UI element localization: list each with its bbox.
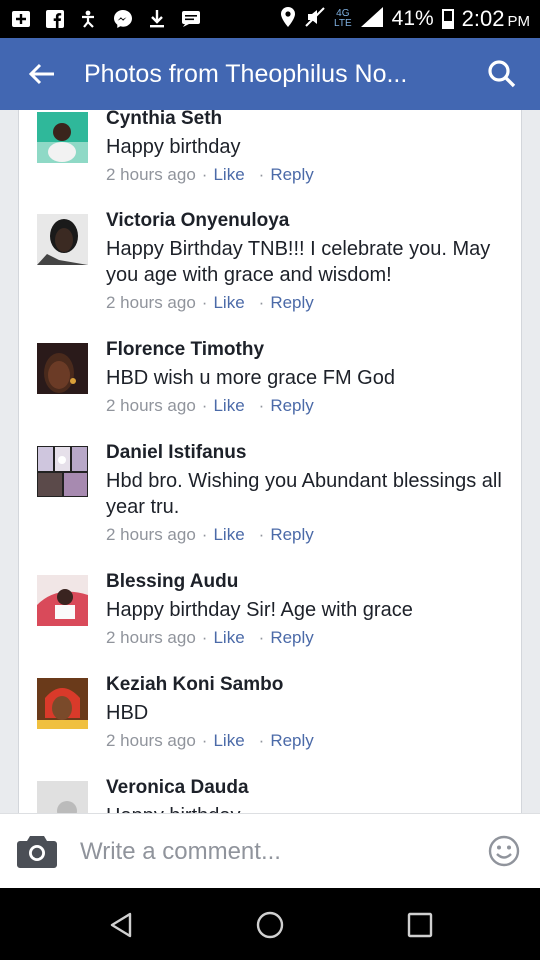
avatar[interactable] xyxy=(37,446,88,497)
messenger-icon xyxy=(112,9,134,29)
app-header: Photos from Theophilus No... xyxy=(0,38,540,110)
camera-icon xyxy=(17,836,57,868)
comment-text: Happy birthday xyxy=(106,803,506,813)
comment-author[interactable]: Victoria Onyenuloya xyxy=(106,210,506,232)
search-icon xyxy=(488,60,516,88)
like-button[interactable]: Like xyxy=(213,165,244,184)
smiley-icon xyxy=(488,835,520,867)
like-button[interactable]: Like xyxy=(213,628,244,647)
avatar[interactable] xyxy=(37,214,88,265)
network-type: 4G LTE xyxy=(334,8,352,29)
avatar[interactable] xyxy=(37,575,88,626)
reply-button[interactable]: Reply xyxy=(270,628,313,647)
chat-icon xyxy=(180,9,202,29)
home-circle-icon xyxy=(256,911,284,939)
page-title: Photos from Theophilus No... xyxy=(84,59,408,88)
comment-time: 2 hours ago xyxy=(106,628,196,647)
comment-time: 2 hours ago xyxy=(106,165,196,184)
battery-icon xyxy=(441,9,454,29)
clock: 2:02 PM xyxy=(462,6,530,32)
comment-time: 2 hours ago xyxy=(106,293,196,312)
comment-author[interactable]: Florence Timothy xyxy=(106,339,506,361)
sticker-button[interactable] xyxy=(488,835,520,867)
comment-author[interactable]: Cynthia Seth xyxy=(106,110,506,130)
comment-time: 2 hours ago xyxy=(106,396,196,415)
reply-button[interactable]: Reply xyxy=(270,293,313,312)
avatar[interactable] xyxy=(37,343,88,394)
system-status: 4G LTE 41% 2:02 PM xyxy=(280,6,530,33)
comment-author[interactable]: Veronica Dauda xyxy=(106,777,506,799)
arrow-left-icon xyxy=(28,63,54,85)
comments-card: Cynthia Seth Happy birthday 2 hours ago ·… xyxy=(18,110,522,813)
comment-body: Florence Timothy HBD wish u more grace F… xyxy=(106,339,506,417)
status-bar: 4G LTE 41% 2:02 PM xyxy=(0,0,540,38)
like-button[interactable]: Like xyxy=(213,525,244,544)
comment-body: Keziah Koni Sambo HBD 2 hours ago · Like · R… xyxy=(106,674,506,752)
location-icon xyxy=(280,6,296,33)
mute-icon xyxy=(304,6,326,33)
facebook-icon xyxy=(44,9,66,29)
reply-button[interactable]: Reply xyxy=(270,731,313,750)
comment-meta: 2 hours ago · Like · Reply xyxy=(106,628,314,647)
nav-back-button[interactable] xyxy=(106,910,136,940)
like-button[interactable]: Like xyxy=(213,396,244,415)
comment-text: Happy birthday Sir! Age with grace xyxy=(106,599,413,621)
comment-time: 2 hours ago xyxy=(106,525,196,544)
nav-home-button[interactable] xyxy=(255,910,285,940)
comment-body: Victoria Onyenuloya Happy Birthday TNB!!… xyxy=(106,210,506,314)
comment-author[interactable]: Daniel Istifanus xyxy=(106,442,506,464)
comment-body: Blessing Audu Happy birthday Sir! Age wi… xyxy=(106,571,506,649)
avatar[interactable] xyxy=(37,112,88,163)
avatar[interactable] xyxy=(37,678,88,729)
comment-text: HBD xyxy=(106,702,149,724)
comment-author[interactable]: Keziah Koni Sambo xyxy=(106,674,506,696)
search-button[interactable] xyxy=(484,56,520,92)
comment-time: 2 hours ago xyxy=(106,731,196,750)
comment-meta: 2 hours ago · Like · Reply xyxy=(106,396,314,415)
like-button[interactable]: Like xyxy=(213,293,244,312)
like-button[interactable]: Like xyxy=(213,731,244,750)
comment-meta: 2 hours ago · Like · Reply xyxy=(106,165,314,184)
comment-body: Cynthia Seth Happy birthday 2 hours ago ·… xyxy=(106,110,506,186)
comment-text: HBD wish u more grace FM God xyxy=(106,367,395,389)
clock-time: 2:02 xyxy=(461,6,505,31)
comment-author[interactable]: Blessing Audu xyxy=(106,571,506,593)
nav-recents-button[interactable] xyxy=(405,910,435,940)
comment-composer xyxy=(0,813,540,888)
battery-percent: 41% xyxy=(391,7,434,30)
clock-ampm: PM xyxy=(507,13,531,30)
android-navbar xyxy=(0,888,540,960)
comments-feed[interactable]: Cynthia Seth Happy birthday 2 hours ago ·… xyxy=(0,110,540,813)
notification-icons xyxy=(10,9,202,29)
comment-text: Happy Birthday TNB!!! I celebrate you. M… xyxy=(106,238,491,286)
comment-text: Happy birthday xyxy=(106,136,241,158)
reply-button[interactable]: Reply xyxy=(270,525,313,544)
comment-meta: 2 hours ago · Like · Reply xyxy=(106,731,314,750)
signal-icon xyxy=(360,6,384,33)
back-button[interactable] xyxy=(0,38,84,110)
comment-body: Veronica Dauda Happy birthday xyxy=(106,777,506,813)
accessibility-icon xyxy=(78,9,100,29)
add-box-icon xyxy=(10,9,32,29)
back-triangle-icon xyxy=(110,912,132,938)
download-icon xyxy=(146,9,168,29)
comment-body: Daniel Istifanus Hbd bro. Wishing you Ab… xyxy=(106,442,506,546)
comment-meta: 2 hours ago · Like · Reply xyxy=(106,293,314,312)
avatar[interactable] xyxy=(37,781,88,813)
comment-text: Hbd bro. Wishing you Abundant blessings … xyxy=(106,470,502,518)
recents-square-icon xyxy=(407,912,433,938)
reply-button[interactable]: Reply xyxy=(270,165,313,184)
camera-button[interactable] xyxy=(17,834,57,868)
comment-meta: 2 hours ago · Like · Reply xyxy=(106,525,314,544)
comment-input[interactable] xyxy=(80,832,460,872)
reply-button[interactable]: Reply xyxy=(270,396,313,415)
